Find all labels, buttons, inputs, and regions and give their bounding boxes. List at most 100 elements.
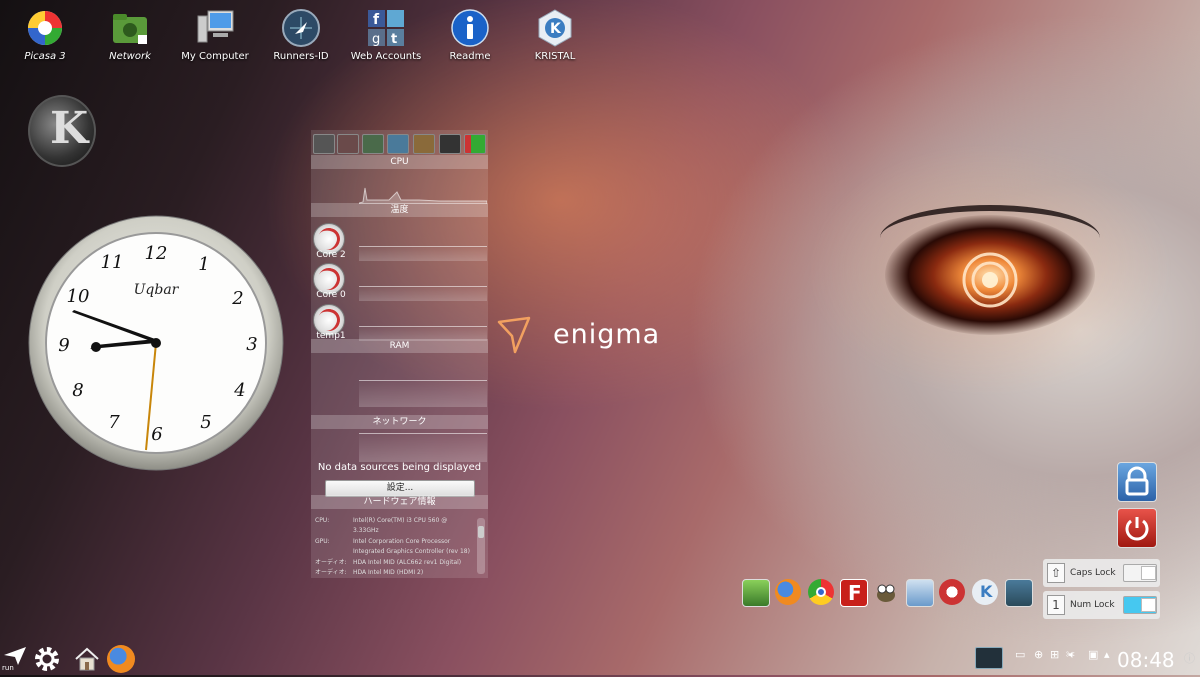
desktop-icon-my-computer[interactable]: My Computer	[175, 8, 255, 62]
tray-updates-icon[interactable]: ▣	[1088, 648, 1098, 661]
temperature-header: 温度	[311, 203, 488, 217]
num-lock-label: Num Lock	[1070, 600, 1115, 610]
hw-value: 3.33GHz	[353, 527, 379, 534]
caps-lock-label: Caps Lock	[1070, 568, 1116, 578]
monitor-toolbar-cpu-icon[interactable]	[313, 134, 335, 154]
app-launcher[interactable]: run	[2, 645, 28, 673]
ram-graph	[359, 380, 487, 407]
clock-numeral: 1	[198, 254, 209, 275]
dock-app-icon[interactable]	[939, 579, 965, 605]
hw-value: Intel(R) Core(TM) i3 CPU 560 @	[353, 517, 448, 524]
tray-battery-icon[interactable]: ▭	[1015, 648, 1025, 661]
system-monitor-widget[interactable]: CPU 温度 Core 2 Core 0 temp1 RAM ネットワーク No…	[311, 130, 488, 578]
desktop-icon-label: Runners-ID	[273, 51, 329, 62]
enigma-logo-icon	[497, 316, 531, 354]
analog-clock-widget[interactable]: 12 1 2 3 4 5 6 7 8 9 10 11 Uqbar	[28, 214, 284, 472]
clock-numeral: 6	[151, 424, 162, 445]
desktop-icon-readme[interactable]: Readme	[430, 8, 510, 62]
computer-icon	[197, 10, 234, 43]
desktop-icon-picasa[interactable]: Picasa 3	[5, 8, 85, 62]
clock-numeral: 7	[108, 412, 120, 433]
settings-gear-icon[interactable]	[33, 645, 61, 673]
monitor-toolbar-temp-icon[interactable]	[413, 134, 435, 154]
desktop-icon-label: Network	[109, 51, 151, 62]
no-data-message: No data sources being displayed	[317, 462, 482, 473]
home-icon[interactable]	[73, 645, 101, 673]
network-header: ネットワーク	[311, 415, 488, 429]
hardware-scrollbar[interactable]	[477, 518, 485, 574]
tray-network-icon[interactable]: ⊕	[1034, 648, 1043, 661]
dock-firefox-icon[interactable]	[775, 579, 801, 605]
hw-value: HDA Intel MID (HDMI 2)	[353, 569, 424, 576]
dock-system-icon[interactable]	[1005, 579, 1033, 607]
tray-device-icon[interactable]: ⊞	[1050, 648, 1059, 661]
ram-header: RAM	[311, 339, 488, 353]
k-letter-icon: K	[50, 103, 89, 154]
desktop-icon-runners-id[interactable]: Runners-ID	[261, 8, 341, 62]
core2-graph	[359, 246, 487, 261]
firefox-launcher-icon[interactable]	[107, 645, 135, 673]
hw-key: オーディオ:	[315, 569, 347, 576]
kristal-icon: K	[538, 9, 572, 47]
network-graph	[359, 433, 487, 462]
monitor-toolbar-ram-icon[interactable]	[362, 134, 384, 154]
monitor-toolbar-disk-icon[interactable]	[337, 134, 359, 154]
dock-photo-app-icon[interactable]	[742, 579, 770, 607]
desktop-icon-network[interactable]: Network	[90, 8, 170, 62]
clock-numeral: 12	[145, 243, 168, 264]
tray-volume-icon[interactable]: 🔈︎	[1069, 648, 1076, 662]
power-icon	[1125, 517, 1149, 541]
desktop-icon-label: KRISTAL	[534, 51, 576, 62]
shutdown-button[interactable]	[1117, 508, 1157, 548]
clock-numeral: 3	[246, 334, 257, 355]
enigma-wordmark: enigma	[553, 319, 661, 350]
clock-brand: Uqbar	[134, 282, 180, 298]
web-accounts-icon: f g t	[368, 10, 404, 47]
desktop-icon-label: My Computer	[181, 51, 249, 62]
desktop-icon-web-accounts[interactable]: f g t Web Accounts	[346, 8, 426, 62]
monitor-toolbar-info-icon[interactable]	[439, 134, 461, 154]
lock-screen-button[interactable]	[1117, 462, 1157, 502]
hw-value: HDA Intel MID (ALC662 rev1 Digital)	[353, 559, 462, 566]
dock-kristal-icon[interactable]: K	[972, 579, 998, 605]
network-folder-icon	[113, 14, 147, 44]
caps-lock-toggle[interactable]	[1123, 564, 1157, 582]
dock-gimp-icon[interactable]	[873, 579, 899, 605]
desktop-icon-label: Picasa 3	[24, 51, 66, 62]
hw-value: Integrated Graphics Controller (rev 18)	[353, 548, 470, 555]
tray-clock[interactable]: 08:48	[1117, 648, 1175, 672]
dock-filezilla-icon[interactable]: F	[840, 579, 868, 607]
hw-value: Intel Corporation Core Processor	[353, 538, 451, 545]
desktop-icon-label: Readme	[449, 51, 491, 62]
tray-terminal-icon[interactable]	[975, 647, 1003, 669]
desktop-icon-kristal[interactable]: K KRISTAL	[515, 8, 595, 62]
eye-rings-decoration	[962, 252, 1018, 308]
gauge-label: Core 0	[316, 290, 346, 300]
clock-numeral: 9	[58, 335, 69, 356]
picasa-icon	[28, 11, 62, 45]
clock-numeral: 8	[72, 380, 83, 401]
clock-numeral: 5	[200, 412, 211, 433]
dock-chrome-icon[interactable]	[808, 579, 834, 605]
caps-lock-key-icon: ⇧	[1047, 563, 1065, 583]
lock-icon	[1125, 466, 1149, 496]
monitor-toolbar-signal-icon[interactable]	[464, 134, 486, 154]
monitor-toolbar-network-icon[interactable]	[387, 134, 409, 154]
svg-text:g: g	[372, 32, 380, 47]
tray-info-icon[interactable]: ⓘ	[1184, 650, 1195, 666]
svg-text:t: t	[391, 32, 397, 47]
caps-lock-widget[interactable]: ⇧ Caps Lock	[1043, 559, 1160, 587]
tray-expand-icon[interactable]: ▴	[1104, 648, 1110, 661]
num-lock-toggle[interactable]	[1123, 596, 1157, 614]
run-label: run	[2, 664, 14, 672]
kde-logo-widget[interactable]: K	[28, 95, 96, 167]
svg-text:f: f	[373, 12, 380, 28]
info-icon	[451, 9, 489, 47]
clock-numeral: 2	[231, 288, 243, 309]
dock-display-icon[interactable]	[906, 579, 934, 607]
svg-text:K: K	[550, 21, 562, 37]
cpu-graph	[359, 187, 487, 204]
num-lock-widget[interactable]: 1 Num Lock	[1043, 591, 1160, 619]
hw-key: GPU:	[315, 538, 330, 545]
clock-numeral: 10	[67, 286, 90, 307]
